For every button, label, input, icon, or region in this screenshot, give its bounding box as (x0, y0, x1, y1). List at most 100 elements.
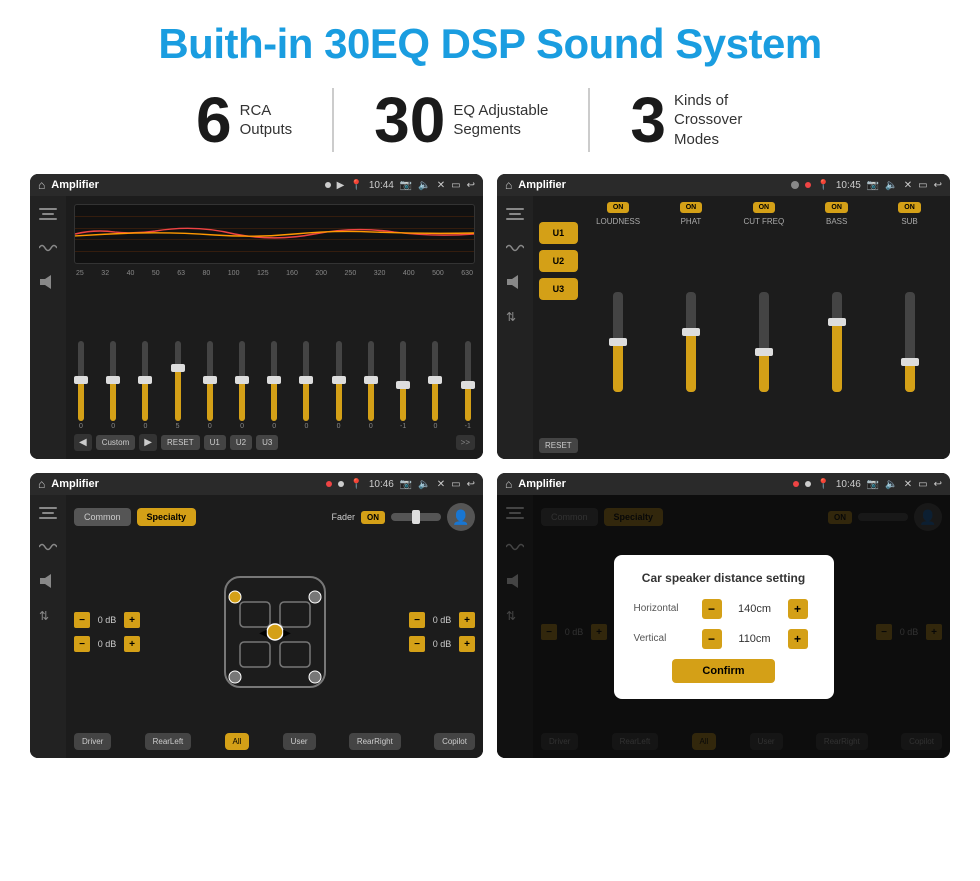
eq-reset-btn[interactable]: RESET (161, 435, 200, 450)
svg-text:⇅: ⇅ (39, 609, 49, 622)
eq-time: 10:44 (369, 180, 394, 191)
eq-icon-filter (36, 204, 60, 224)
freq-labels: 2532405063 80100125160200 25032040050063… (74, 270, 475, 277)
stat-text-crossover: Kinds ofCrossover Modes (674, 91, 784, 150)
distance-dialog: Car speaker distance setting Horizontal … (614, 555, 834, 699)
crossover-camera-icon: 📷 (867, 180, 879, 191)
fader-status-bar: ⌂ Amplifier 📍 10:46 📷 🔈 ✕ ▭ ↩ (30, 473, 483, 495)
fader-left-db: − 0 dB + − 0 dB + (74, 612, 140, 652)
distance-dot2 (805, 481, 811, 487)
crossover-icon-filter (503, 204, 527, 224)
crossover-reset-btn[interactable]: RESET (539, 438, 578, 453)
fader-tab-common[interactable]: Common (74, 508, 131, 526)
eq-u3-btn[interactable]: U3 (256, 435, 278, 450)
sub-on-btn[interactable]: ON (898, 202, 921, 213)
dialog-vertical-minus[interactable]: − (702, 629, 722, 649)
svg-text:⇅: ⇅ (506, 310, 516, 323)
fader-btn-driver[interactable]: Driver (74, 733, 111, 750)
fader-fr-minus[interactable]: − (409, 612, 425, 628)
eq-prev-btn[interactable]: ◀ (74, 434, 92, 451)
dialog-confirm-button[interactable]: Confirm (672, 659, 774, 683)
crossover-icon-arrows: ⇅ (503, 306, 527, 326)
fader-rl-minus[interactable]: − (74, 636, 90, 652)
dialog-horizontal-minus[interactable]: − (702, 599, 722, 619)
stat-rca: 6 RCAOutputs (156, 88, 334, 152)
distance-x-icon: ✕ (904, 479, 912, 490)
fader-fr-plus[interactable]: + (459, 612, 475, 628)
svg-text:▶: ▶ (283, 628, 291, 639)
fader-layout-area: − 0 dB + − 0 dB + (74, 537, 475, 727)
fader-on-badge[interactable]: ON (361, 511, 385, 524)
channel-bass: ON BASS (802, 202, 871, 453)
channel-cutfreq: ON CUT FREQ (729, 202, 798, 453)
preset-u2[interactable]: U2 (539, 250, 578, 272)
dialog-vertical-label: Vertical (634, 633, 694, 644)
eq-main-content: 2532405063 80100125160200 25032040050063… (66, 196, 483, 459)
preset-u1[interactable]: U1 (539, 222, 578, 244)
channel-sub: ON SUB (875, 202, 944, 453)
loudness-on-btn[interactable]: ON (607, 202, 630, 213)
distance-volume-icon: 🔈 (885, 479, 897, 490)
fader-label: Fader (331, 512, 355, 522)
crossover-icon-wave (503, 238, 527, 258)
fader-bottom-buttons: Driver RearLeft All User RearRight Copil… (74, 733, 475, 750)
eq-app-name: Amplifier (51, 179, 318, 191)
fader-fl-plus[interactable]: + (124, 612, 140, 628)
preset-u3[interactable]: U3 (539, 278, 578, 300)
fader-slider[interactable] (391, 513, 441, 521)
crossover-rect-icon: ▭ (918, 180, 927, 191)
eq-next-btn[interactable]: ▶ (139, 434, 157, 451)
eq-custom-btn[interactable]: Custom (96, 435, 136, 450)
dialog-vertical-plus[interactable]: + (788, 629, 808, 649)
crossover-icon-speaker (503, 272, 527, 292)
dialog-horizontal-plus[interactable]: + (788, 599, 808, 619)
cutfreq-on-btn[interactable]: ON (753, 202, 776, 213)
distance-dot1 (793, 481, 799, 487)
distance-time: 10:46 (836, 479, 861, 490)
fader-btn-user[interactable]: User (283, 733, 316, 750)
eq-icon-speaker (36, 272, 60, 292)
distance-home-icon: ⌂ (505, 477, 512, 491)
crossover-side-icons: ⇅ (497, 196, 533, 459)
dialog-horizontal-row: Horizontal − 140cm + (634, 599, 814, 619)
fader-time: 10:46 (369, 479, 394, 490)
channel-phat: ON PHAT (657, 202, 726, 453)
distance-screen: ⌂ Amplifier 📍 10:46 📷 🔈 ✕ ▭ ↩ (497, 473, 950, 758)
bass-on-btn[interactable]: ON (825, 202, 848, 213)
eq-expand-btn[interactable]: >> (456, 435, 475, 450)
eq-back-icon: ↩ (467, 180, 475, 191)
eq-u2-btn[interactable]: U2 (230, 435, 252, 450)
fader-fl-minus[interactable]: − (74, 612, 90, 628)
fader-avatar-icon: 👤 (447, 503, 475, 531)
dialog-horizontal-value: 140cm (730, 603, 780, 615)
fader-btn-all[interactable]: All (225, 733, 250, 750)
fader-camera-icon: 📷 (400, 479, 412, 490)
fader-btn-rearleft[interactable]: RearLeft (145, 733, 192, 750)
distance-app-name: Amplifier (518, 478, 787, 490)
fader-location-icon: 📍 (350, 479, 362, 490)
fader-rect-icon: ▭ (451, 479, 460, 490)
fader-rl-plus[interactable]: + (124, 636, 140, 652)
phat-on-btn[interactable]: ON (680, 202, 703, 213)
fader-rr-plus[interactable]: + (459, 636, 475, 652)
loudness-label: LOUDNESS (596, 217, 640, 226)
stat-text-rca: RCAOutputs (240, 101, 293, 140)
stat-number-eq: 30 (374, 88, 445, 152)
sub-label: SUB (901, 217, 917, 226)
dialog-vertical-row: Vertical − 110cm + (634, 629, 814, 649)
fader-tab-specialty[interactable]: Specialty (137, 508, 197, 526)
dialog-vertical-value: 110cm (730, 633, 780, 645)
crossover-location-icon: 📍 (817, 180, 829, 191)
distance-rect-icon: ▭ (918, 479, 927, 490)
cutfreq-label: CUT FREQ (743, 217, 784, 226)
fader-rr-minus[interactable]: − (409, 636, 425, 652)
eq-dot1 (325, 182, 331, 188)
fader-btn-rearright[interactable]: RearRight (349, 733, 401, 750)
eq-location-icon: 📍 (350, 180, 362, 191)
distance-back-icon: ↩ (934, 479, 942, 490)
fader-btn-copilot[interactable]: Copilot (434, 733, 475, 750)
crossover-dot1 (791, 181, 799, 189)
eq-icon-wave (36, 238, 60, 258)
eq-u1-btn[interactable]: U1 (204, 435, 226, 450)
fader-app-name: Amplifier (51, 478, 320, 490)
